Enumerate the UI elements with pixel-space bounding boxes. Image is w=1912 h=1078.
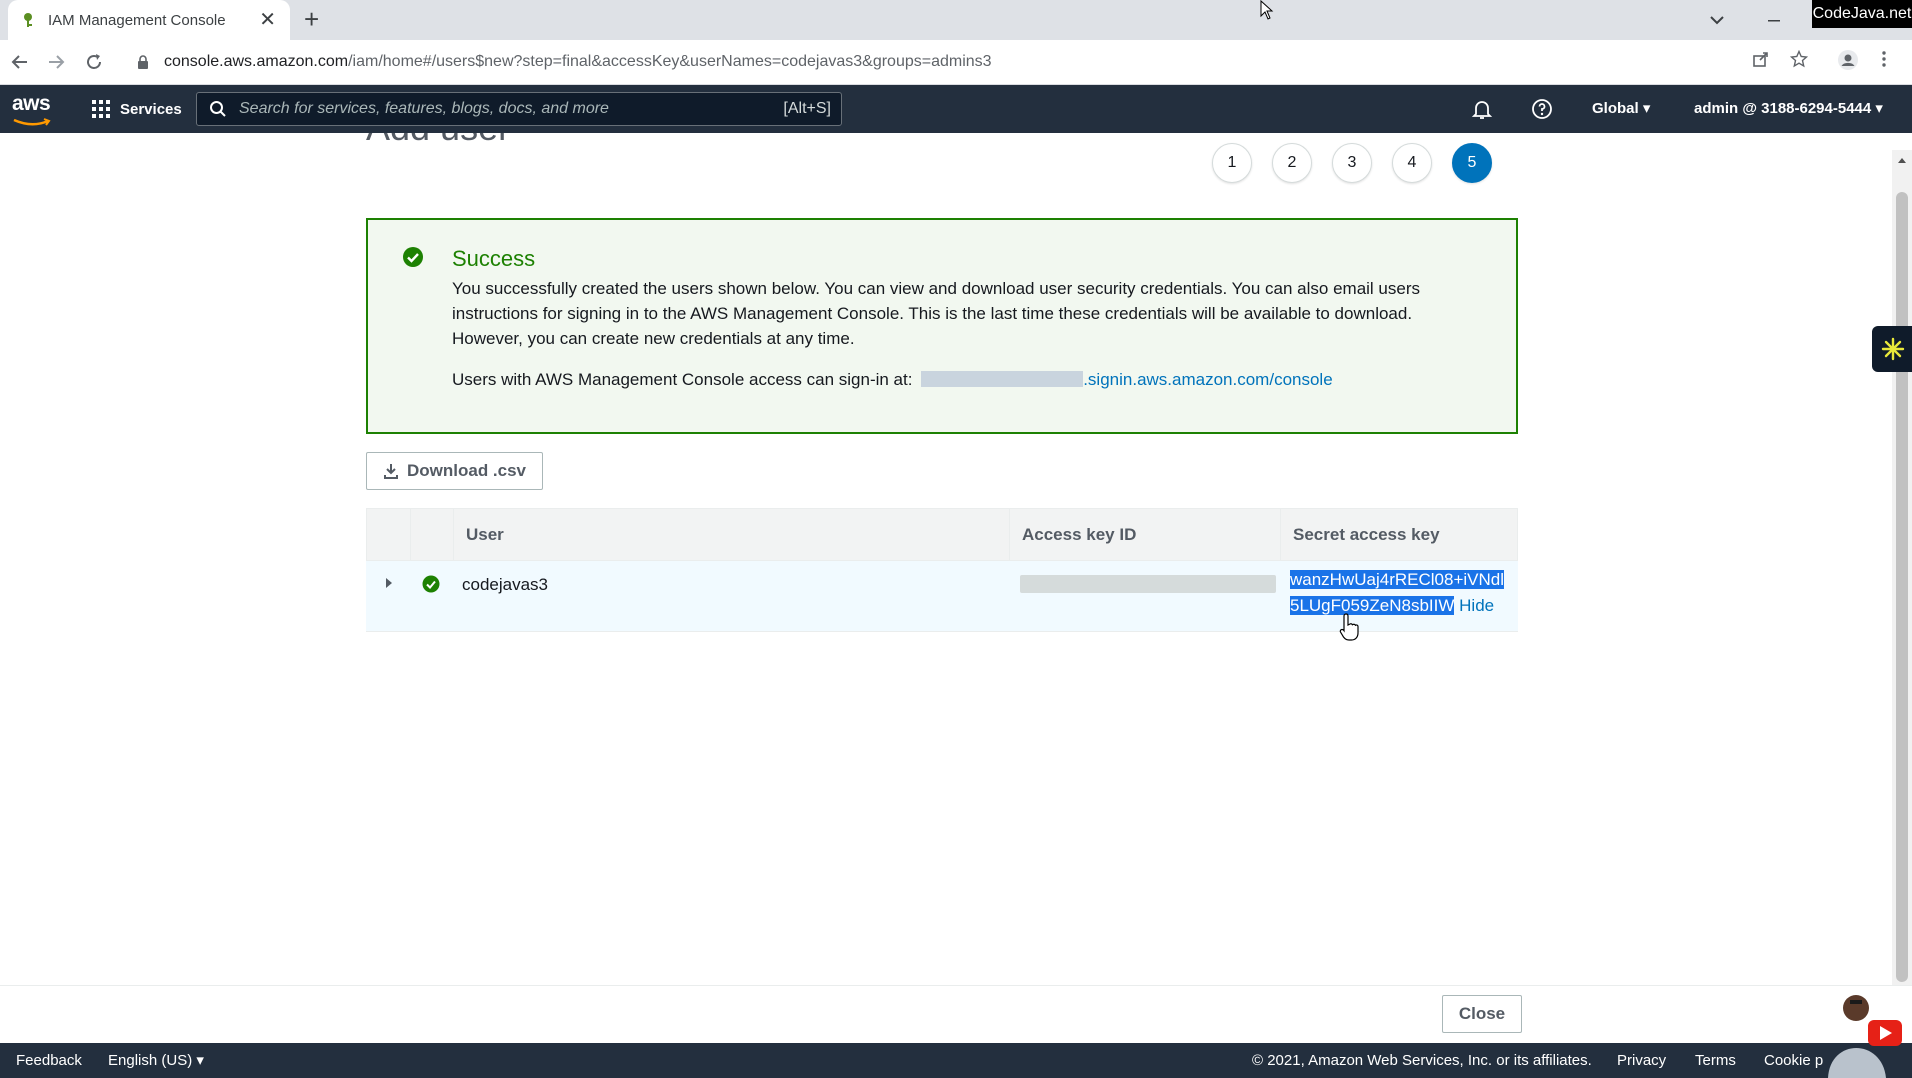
browser-tabstrip: IAM Management Console ✕ + CodeJava.net <box>0 0 1912 40</box>
watermark: CodeJava.net <box>1812 0 1912 28</box>
search-icon <box>210 101 226 117</box>
tab-close-icon[interactable]: ✕ <box>259 10 276 30</box>
column-header-secret-key[interactable]: Secret access key <box>1280 509 1519 561</box>
menu-icon[interactable] <box>1880 50 1888 68</box>
feedback-link[interactable]: Feedback <box>16 1043 82 1078</box>
back-icon[interactable] <box>10 52 30 72</box>
secret-key-line-2[interactable]: 5LUgF059ZeN8sbIIW <box>1290 596 1455 615</box>
share-icon[interactable] <box>1752 50 1770 68</box>
privacy-link[interactable]: Privacy <box>1617 1043 1666 1078</box>
favicon-key-icon <box>24 13 32 27</box>
terms-link[interactable]: Terms <box>1695 1043 1736 1078</box>
hand-cursor-icon <box>1339 613 1359 641</box>
hide-secret-link[interactable]: Hide <box>1459 596 1494 615</box>
url-path: /iam/home#/users$new?step=final&accessKe… <box>348 53 992 70</box>
bell-icon[interactable] <box>1470 97 1494 121</box>
sparkle-icon <box>1881 337 1905 361</box>
table-header: User Access key ID Secret access key <box>366 508 1518 561</box>
secret-access-key: wanzHwUaj4rRECl08+iVNdl 5LUgF059ZeN8sbII… <box>1290 567 1516 619</box>
wizard-action-bar: Close <box>0 985 1912 1044</box>
scroll-thumb[interactable] <box>1896 192 1908 982</box>
account-menu[interactable]: admin @ 3188-6294-5444 ▾ <box>1694 85 1883 133</box>
url-host: console.aws.amazon.com <box>164 53 349 70</box>
wizard-step-1[interactable]: 1 <box>1212 143 1252 183</box>
console-footer: Feedback English (US) ▾ © 2021, Amazon W… <box>0 1043 1912 1078</box>
forward-icon[interactable] <box>46 52 66 72</box>
address-bar: console.aws.amazon.com/iam/home#/users$n… <box>0 40 1912 85</box>
success-title: Success <box>452 246 536 271</box>
redacted-access-key-id <box>1020 575 1276 593</box>
star-icon[interactable] <box>1790 50 1808 68</box>
expand-icon[interactable] <box>384 577 394 589</box>
help-icon[interactable] <box>1530 97 1554 121</box>
download-icon <box>383 464 398 479</box>
column-header-user[interactable]: User <box>453 509 1019 561</box>
lock-icon[interactable] <box>136 55 150 69</box>
wizard-step-4[interactable]: 4 <box>1392 143 1432 183</box>
cookie-link[interactable]: Cookie p <box>1764 1043 1823 1078</box>
tab-title: IAM Management Console <box>48 11 226 29</box>
aws-top-nav: aws Services [Alt+S] Global ▾ admin @ 31… <box>0 85 1912 133</box>
presenter-avatar-icon <box>1828 995 1902 1078</box>
success-alert: Success You successfully created the use… <box>366 218 1518 434</box>
header-status-cell <box>410 509 454 561</box>
services-menu[interactable]: Services <box>92 85 182 133</box>
browser-tab[interactable]: IAM Management Console ✕ <box>8 0 290 40</box>
scroll-up-icon[interactable] <box>1897 156 1907 164</box>
vertical-scrollbar[interactable] <box>1892 150 1912 985</box>
wizard-step-2[interactable]: 2 <box>1272 143 1312 183</box>
aws-smile-icon <box>13 118 51 126</box>
url-text: console.aws.amazon.com/iam/home#/users$n… <box>164 53 992 71</box>
success-message: You successfully created the users shown… <box>452 279 1421 348</box>
check-circle-icon <box>403 247 423 267</box>
tab-search-icon[interactable] <box>1708 11 1726 29</box>
redacted-account-alias <box>921 371 1084 387</box>
signin-line: Users with AWS Management Console access… <box>452 370 1333 390</box>
main-content: Add user 1 2 3 4 5 Success You successfu… <box>0 133 1892 985</box>
mouse-pointer-icon <box>1260 0 1274 20</box>
url-field[interactable]: console.aws.amazon.com/iam/home#/users$n… <box>124 46 1744 78</box>
aws-logo-wordmark: aws <box>12 92 51 115</box>
minimize-icon[interactable] <box>1766 12 1782 28</box>
signin-link[interactable]: .signin.aws.amazon.com/console <box>1083 370 1332 389</box>
secret-key-line-1[interactable]: wanzHwUaj4rRECl08+iVNdl <box>1290 570 1504 589</box>
services-label: Services <box>120 100 182 118</box>
wizard-steps: 1 2 3 4 5 <box>1212 143 1492 183</box>
signin-prefix: Users with AWS Management Console access… <box>452 370 913 389</box>
search-bar[interactable]: [Alt+S] <box>196 92 842 126</box>
wizard-step-3[interactable]: 3 <box>1332 143 1372 183</box>
user-name: codejavas3 <box>462 575 549 594</box>
page-title: Add user <box>366 133 510 149</box>
profile-icon[interactable] <box>1838 50 1858 70</box>
reload-icon[interactable] <box>84 52 104 72</box>
search-shortcut-hint: [Alt+S] <box>783 100 831 117</box>
aws-logo[interactable]: aws <box>12 92 54 126</box>
close-button[interactable]: Close <box>1442 995 1522 1033</box>
wizard-step-5[interactable]: 5 <box>1452 143 1492 183</box>
check-circle-icon <box>422 575 440 593</box>
copyright-text: © 2021, Amazon Web Services, Inc. or its… <box>1252 1052 1592 1069</box>
header-expand-cell <box>367 509 411 561</box>
new-tab-button[interactable]: + <box>304 4 319 35</box>
grid-icon <box>92 100 110 118</box>
side-widget[interactable] <box>1872 326 1912 372</box>
region-selector[interactable]: Global ▾ <box>1592 85 1650 133</box>
download-csv-button[interactable]: Download .csv <box>366 452 543 490</box>
column-header-access-key[interactable]: Access key ID <box>1009 509 1281 561</box>
search-input[interactable] <box>237 99 784 119</box>
download-label: Download .csv <box>406 461 527 480</box>
language-selector[interactable]: English (US) ▾ <box>108 1043 204 1078</box>
